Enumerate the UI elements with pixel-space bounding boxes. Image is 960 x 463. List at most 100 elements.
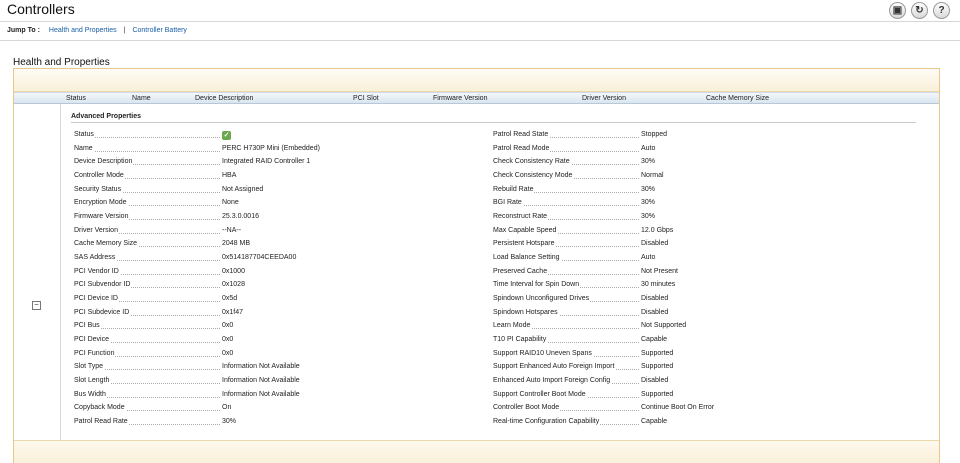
property-value: Auto [641, 144, 656, 152]
property-value: HBA [222, 172, 237, 179]
property-value: Supported [641, 390, 674, 398]
property-label: Spindown Unconfigured Drives [493, 295, 591, 303]
col-pci-slot[interactable]: PCI Slot [353, 95, 379, 102]
controller-battery-link[interactable]: Controller Battery [132, 27, 186, 34]
property-value: Stopped [641, 131, 668, 138]
jump-to-label: Jump To : [7, 27, 40, 34]
property-label: Controller Mode [74, 172, 125, 179]
property-value: 12.0 Gbps [641, 226, 674, 234]
property-label: Copyback Mode [74, 404, 126, 412]
property-row: Status ✓ [74, 131, 474, 140]
property-label: PCI Subdevice ID [74, 308, 131, 316]
property-value: 30% [641, 185, 656, 193]
property-label: Cache Memory Size [74, 240, 139, 248]
property-row: Controller Boot Mode Continue Boot On Err… [493, 404, 893, 413]
property-row: Firmware Version 25.3.0.0016 [74, 213, 474, 222]
property-row: Enhanced Auto Import Foreign Config Disab… [493, 377, 893, 386]
page-title: Controllers [7, 1, 75, 17]
property-row: Slot Type Information Not Available [74, 363, 474, 372]
table-header: Status Name Device Description PCI Slot … [14, 92, 939, 104]
property-row: Controller Mode HBA [74, 172, 474, 181]
property-label: PCI Device [74, 336, 111, 344]
help-icon[interactable]: ? [933, 2, 950, 19]
refresh-icon[interactable]: ↻ [911, 2, 928, 19]
property-value: 2048 MB [222, 240, 251, 248]
property-row: PCI Bus 0x0 [74, 322, 474, 331]
property-row: T10 PI Capability Capable [493, 336, 893, 345]
property-row: Driver Version --NA-- [74, 226, 474, 236]
col-status[interactable]: Status [66, 95, 86, 102]
property-value: 30% [641, 158, 656, 166]
property-value: 30 minutes [641, 281, 676, 289]
col-firmware-version[interactable]: Firmware Version [433, 95, 487, 102]
property-row: PCI Vendor ID 0x1000 [74, 267, 474, 277]
property-label: Status [74, 131, 95, 138]
jump-to-bar: Jump To : Health and Properties | Contro… [7, 27, 187, 34]
property-value: Supported [641, 363, 674, 371]
print-icon[interactable]: ▣ [889, 2, 906, 19]
controller-panel: Status Name Device Description PCI Slot … [13, 68, 940, 463]
property-label: Name [74, 144, 94, 152]
property-label: Patrol Read Mode [493, 144, 551, 152]
panel-header [14, 69, 939, 92]
check-icon: ✓ [222, 131, 231, 140]
property-label: Support Enhanced Auto Foreign Import [493, 363, 616, 371]
property-value: 0x0 [222, 336, 234, 344]
property-value: Auto [641, 254, 656, 262]
property-label: Patrol Read State [493, 131, 550, 138]
property-label: Learn Mode [493, 322, 532, 330]
col-device-description[interactable]: Device Description [195, 95, 253, 102]
health-properties-link[interactable]: Health and Properties [49, 27, 117, 34]
property-row: Copyback Mode On [74, 404, 474, 413]
property-value: Integrated RAID Controller 1 [222, 158, 311, 166]
property-value: 30% [641, 199, 656, 207]
property-label: Reconstruct Rate [493, 213, 549, 221]
panel-footer [14, 440, 939, 463]
property-label: Check Consistency Mode [493, 172, 574, 179]
property-value: 0x1028 [222, 281, 245, 289]
property-value: --NA-- [222, 226, 242, 234]
property-label: Rebuild Rate [493, 185, 535, 193]
property-value: Disabled [641, 240, 669, 248]
expand-column: − [14, 104, 61, 440]
property-row: Patrol Read State Stopped [493, 131, 893, 140]
col-name[interactable]: Name [132, 95, 151, 102]
property-row: Reconstruct Rate 30% [493, 213, 893, 222]
property-label: BGI Rate [493, 199, 523, 207]
property-label: PCI Function [74, 349, 116, 357]
advanced-properties-title: Advanced Properties [71, 113, 142, 120]
col-cache-memory-size[interactable]: Cache Memory Size [706, 95, 769, 102]
property-row: SAS Address 0x514187704CEEDA00 [74, 254, 474, 263]
property-row: Slot Length Information Not Available [74, 377, 474, 386]
collapse-toggle-button[interactable]: − [32, 301, 41, 310]
table-row: − Advanced Properties Status ✓ Name PERC H7… [14, 104, 939, 440]
property-row: PCI Subdevice ID 0x1f47 [74, 308, 474, 318]
property-row: Spindown Unconfigured Drives Disabled [493, 295, 893, 304]
divider [71, 122, 916, 123]
property-label: PCI Device ID [74, 295, 119, 303]
property-value: Capable [641, 336, 668, 344]
property-label: Firmware Version [74, 213, 130, 221]
property-label: Slot Length [74, 377, 111, 385]
property-label: Slot Type [74, 363, 105, 371]
property-row: Bus Width Information Not Available [74, 390, 474, 400]
property-label: Controller Boot Mode [493, 404, 561, 412]
property-value: Capable [641, 418, 668, 426]
col-driver-version[interactable]: Driver Version [582, 95, 626, 102]
property-value: 0x1000 [222, 267, 245, 275]
leader-dots [74, 137, 220, 138]
property-row: Patrol Read Rate 30% [74, 418, 474, 427]
property-label: SAS Address [74, 254, 117, 262]
property-value: 30% [222, 418, 237, 426]
property-label: Driver Version [74, 226, 119, 234]
property-row: Check Consistency Mode Normal [493, 172, 893, 181]
property-row: Support Enhanced Auto Foreign Import Supp… [493, 363, 893, 372]
property-row: Cache Memory Size 2048 MB [74, 240, 474, 249]
property-label: Load Balance Setting [493, 254, 561, 262]
property-label: PCI Bus [74, 322, 101, 330]
property-label: Real-time Configuration Capability [493, 418, 601, 426]
property-row: Security Status Not Assigned [74, 185, 474, 195]
leader-dots [74, 150, 220, 152]
property-label: Support RAID10 Uneven Spans [493, 349, 593, 357]
property-row: Device Description Integrated RAID Contro… [74, 158, 474, 167]
